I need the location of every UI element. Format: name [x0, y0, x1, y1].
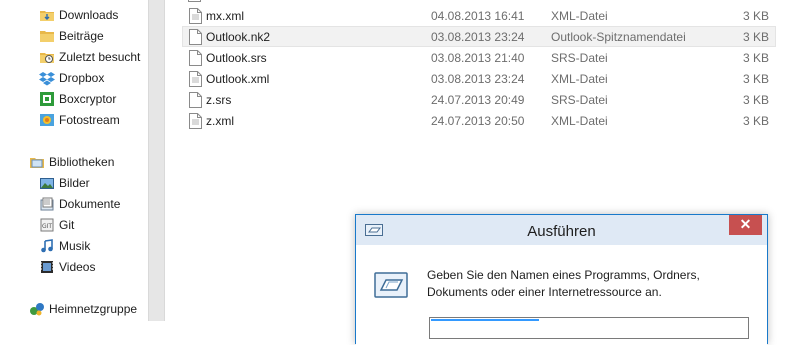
downloads-folder-icon [39, 7, 55, 23]
xml-file-icon [189, 8, 202, 24]
generic-file-icon [189, 50, 202, 66]
pane-divider[interactable] [148, 0, 165, 321]
dialog-prompt-text: Geben Sie den Namen eines Programms, Ord… [427, 268, 700, 299]
file-size: 3 KB [742, 114, 769, 128]
nav-item-beitraege[interactable]: Beiträge [40, 26, 104, 46]
file-size: 3 KB [742, 30, 769, 44]
dialog-title: Ausführen [527, 223, 596, 240]
libraries-icon [29, 154, 45, 170]
xml-file-icon [189, 71, 202, 87]
generic-file-icon [189, 29, 202, 45]
file-type: SRS-Datei [551, 51, 608, 65]
file-type: SRS-Datei [551, 93, 608, 107]
git-library-icon: GIT [39, 217, 55, 233]
file-size: 3 KB [742, 72, 769, 86]
file-type: XML-Datei [551, 72, 608, 86]
photostream-icon [39, 112, 55, 128]
file-date: 04.08.2013 16:41 [431, 9, 525, 23]
navigation-pane: Downloads Beiträge Zuletzt besucht Dropb… [0, 0, 148, 321]
file-row-outlook-nk2[interactable]: Outlook.nk2 03.08.2013 23:24 Outlook-Spi… [182, 26, 776, 47]
file-name: z.srs [206, 93, 232, 107]
nav-item-heimnetzgruppe[interactable]: Heimnetzgruppe [30, 299, 137, 319]
file-size: 3 KB [742, 93, 769, 107]
file-type: XML-Datei [551, 9, 608, 23]
dialog-titlebar[interactable]: Ausführen ✕ [356, 215, 767, 245]
recent-places-icon [39, 49, 55, 65]
nav-item-bibliotheken[interactable]: Bibliotheken [30, 152, 114, 172]
nav-item-videos[interactable]: Videos [41, 257, 95, 277]
nav-item-dokumente[interactable]: Dokumente [40, 194, 120, 214]
file-name: Outlook.nk2 [206, 30, 271, 44]
file-name: Outlook.xml [206, 72, 270, 86]
nav-item-dropbox[interactable]: Dropbox [39, 68, 104, 88]
file-row-outlook-xml[interactable]: Outlook.xml 03.08.2013 23:24 XML-Datei 3… [182, 68, 776, 89]
file-row-outlook-srs[interactable]: Outlook.srs 03.08.2013 21:40 SRS-Datei 3… [182, 47, 776, 68]
file-type: Outlook-Spitznamendatei [551, 30, 686, 44]
svg-text:GIT: GIT [42, 223, 52, 230]
file-name: z.xml [206, 114, 234, 128]
file-row-z-srs[interactable]: z.srs 24.07.2013 20:49 SRS-Datei 3 KB [182, 89, 776, 110]
file-size: 3 KB [742, 9, 769, 23]
file-size: 3 KB [742, 51, 769, 65]
run-command-input[interactable] [429, 317, 749, 339]
generic-file-icon [189, 92, 202, 108]
dropbox-icon [39, 70, 55, 86]
file-date: 03.08.2013 21:40 [431, 51, 525, 65]
documents-library-icon [39, 196, 55, 212]
nav-item-boxcryptor[interactable]: Boxcryptor [40, 89, 116, 109]
nav-item-git[interactable]: GIT Git [40, 215, 74, 235]
file-type: XML-Datei [551, 114, 608, 128]
pictures-library-icon [39, 175, 55, 191]
file-date: 03.08.2013 23:24 [431, 30, 525, 44]
nav-item-bilder[interactable]: Bilder [40, 173, 90, 193]
music-library-icon [39, 238, 55, 254]
file-icon-partial [188, 0, 201, 2]
nav-item-downloads[interactable]: Downloads [40, 5, 118, 25]
file-date: 24.07.2013 20:50 [431, 114, 525, 128]
nav-item-fotostream[interactable]: Fotostream [40, 110, 120, 130]
folder-icon [39, 28, 55, 44]
boxcryptor-icon [39, 91, 55, 107]
dialog-body: Geben Sie den Namen eines Programms, Ord… [356, 245, 767, 345]
run-icon [374, 272, 408, 298]
run-dialog: Ausführen ✕ Geben Sie den Namen eines Pr… [355, 214, 768, 345]
file-date: 24.07.2013 20:49 [431, 93, 525, 107]
close-icon: ✕ [739, 216, 752, 232]
file-row-mx-xml[interactable]: mx.xml 04.08.2013 16:41 XML-Datei 3 KB [182, 5, 776, 26]
homegroup-icon [29, 301, 45, 317]
close-button[interactable]: ✕ [729, 215, 762, 235]
file-date: 03.08.2013 23:24 [431, 72, 525, 86]
videos-library-icon [39, 259, 55, 275]
nav-item-zuletzt-besucht[interactable]: Zuletzt besucht [40, 47, 140, 67]
file-name: mx.xml [206, 9, 244, 23]
xml-file-icon [189, 113, 202, 129]
file-row-z-xml[interactable]: z.xml 24.07.2013 20:50 XML-Datei 3 KB [182, 110, 776, 131]
nav-item-musik[interactable]: Musik [41, 236, 90, 256]
file-name: Outlook.srs [206, 51, 267, 65]
